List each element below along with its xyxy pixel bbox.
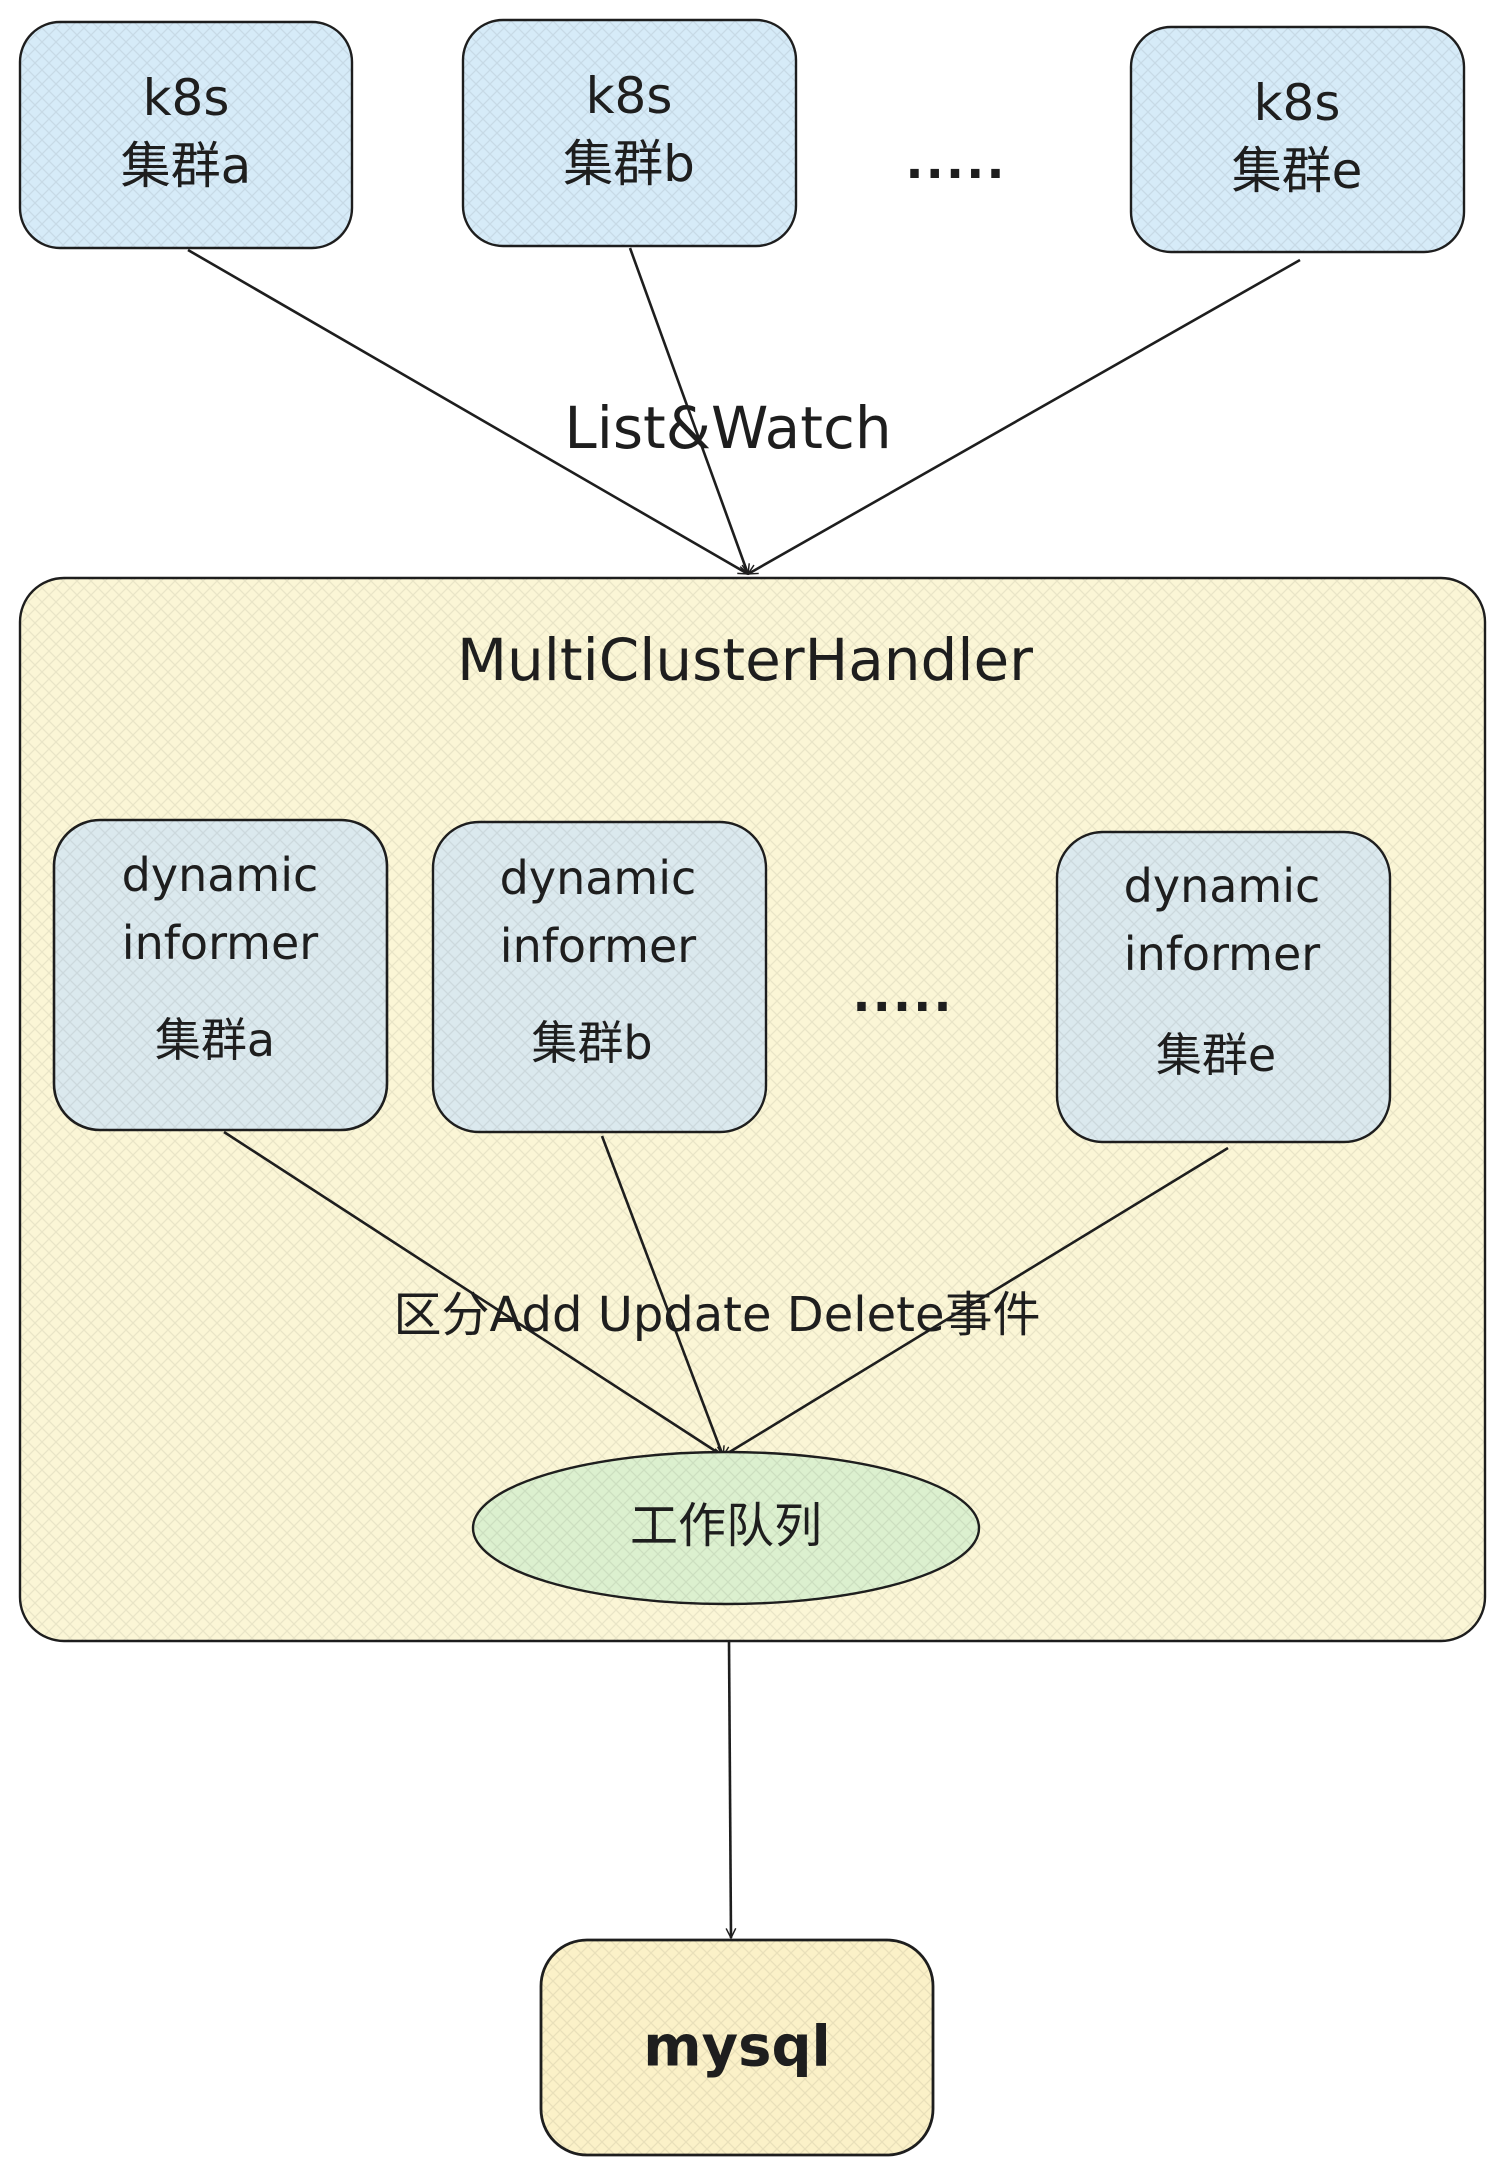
- informer-a-line3: 集群a: [155, 1013, 275, 1067]
- work-queue: 工作队列: [471, 1450, 981, 1606]
- cluster-b-line2: 集群b: [563, 135, 695, 193]
- informer-box-a: dynamic informer 集群a: [52, 818, 389, 1132]
- arrow-handler-to-mysql: [729, 1640, 731, 1938]
- mysql-label: mysql: [643, 2015, 830, 2080]
- cluster-box-e: k8s 集群e: [1129, 25, 1466, 254]
- queue-label: 工作队列: [630, 1498, 822, 1554]
- handler-title: MultiClusterHandler: [457, 626, 1033, 694]
- list-watch-label: List&Watch: [564, 394, 891, 462]
- informer-box-e: dynamic informer 集群e: [1055, 830, 1392, 1144]
- cluster-e-line1: k8s: [1254, 74, 1341, 132]
- informer-b-line3: 集群b: [531, 1016, 652, 1070]
- informer-ellipsis: .....: [852, 967, 953, 1023]
- cluster-b-line1: k8s: [586, 67, 673, 125]
- informer-e-line2: informer: [1124, 927, 1320, 981]
- informer-a-line2: informer: [122, 916, 318, 970]
- event-label: 区分Add Update Delete事件: [394, 1287, 1041, 1343]
- cluster-box-a: k8s 集群a: [18, 20, 354, 250]
- cluster-a-line2: 集群a: [121, 137, 252, 195]
- informer-e-line1: dynamic: [1124, 859, 1321, 913]
- informer-b-line2: informer: [500, 919, 696, 973]
- cluster-a-line1: k8s: [143, 69, 230, 127]
- informer-box-b: dynamic informer 集群b: [431, 820, 768, 1134]
- architecture-diagram: k8s 集群a k8s 集群b ..... k8s 集群e MultiClust…: [18, 18, 1487, 2157]
- top-ellipsis: .....: [905, 134, 1006, 190]
- cluster-e-line2: 集群e: [1232, 142, 1363, 200]
- informer-a-line1: dynamic: [122, 848, 319, 902]
- informer-b-line1: dynamic: [500, 851, 697, 905]
- cluster-box-b: k8s 集群b: [461, 18, 798, 248]
- informer-e-line3: 集群e: [1156, 1028, 1276, 1082]
- mysql-box: mysql: [539, 1938, 935, 2157]
